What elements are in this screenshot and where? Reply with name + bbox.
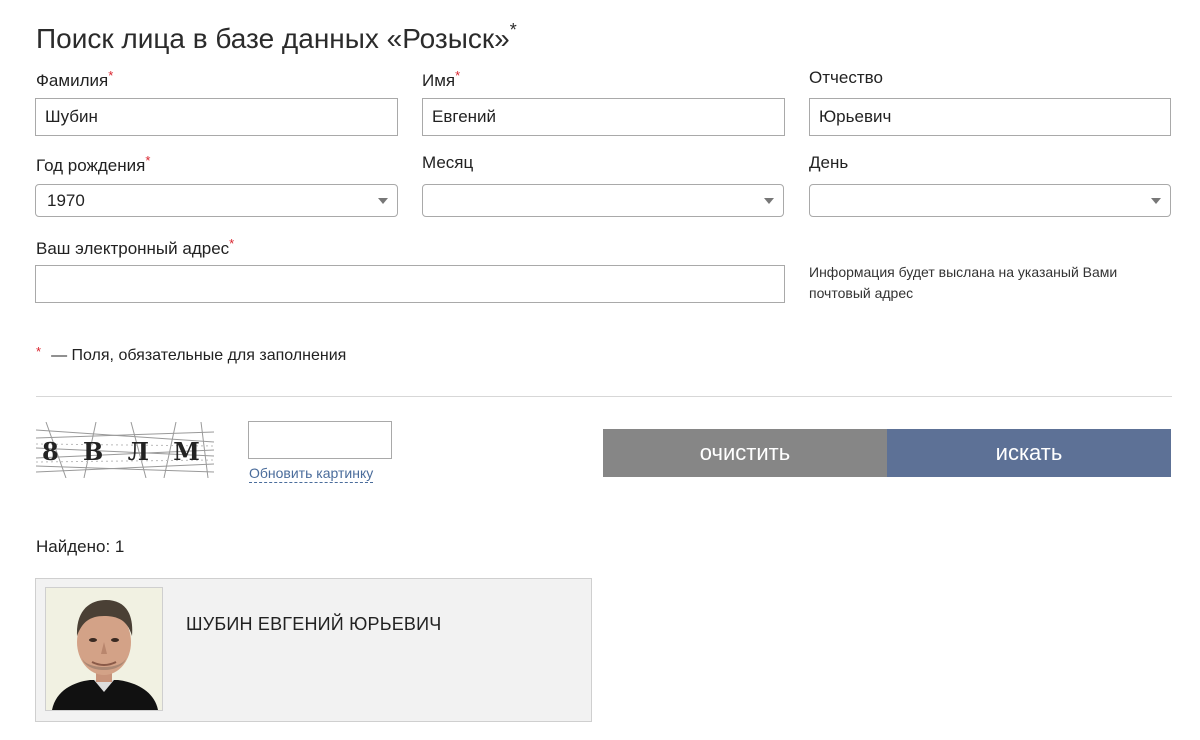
required-mark: *	[229, 236, 235, 251]
clear-button[interactable]: очистить	[603, 429, 887, 477]
patronymic-input[interactable]	[809, 98, 1171, 136]
birth-day-select[interactable]	[809, 184, 1171, 217]
title-required-mark: *	[509, 20, 517, 40]
captcha-graphic: 8 В Л М Ж	[35, 421, 256, 479]
email-label: Ваш электронный адрес*	[36, 236, 234, 259]
email-hint: Информация будет выслана на указаный Вам…	[809, 264, 1118, 301]
birth-month-label-text: Месяц	[422, 153, 474, 172]
captcha-image: 8 В Л М Ж	[35, 421, 256, 479]
chevron-down-icon	[764, 198, 774, 204]
lastname-label-text: Фамилия	[36, 71, 109, 90]
patronymic-label-text: Отчество	[809, 68, 883, 87]
required-mark: *	[145, 153, 151, 168]
required-mark: *	[455, 68, 461, 83]
captcha-input[interactable]	[248, 421, 392, 459]
patronymic-label: Отчество	[809, 68, 883, 88]
required-note: * — Поля, обязательные для заполнения	[36, 344, 346, 365]
person-photo-graphic	[46, 588, 162, 710]
page-title: Поиск лица в базе данных «Розыск»*	[36, 20, 517, 55]
birth-day-label: День	[809, 153, 848, 173]
required-mark: *	[36, 344, 42, 359]
firstname-label: Имя*	[422, 68, 460, 91]
search-button[interactable]: искать	[887, 429, 1171, 477]
firstname-label-text: Имя	[422, 71, 456, 90]
refresh-captcha-link[interactable]: Обновить картинку	[249, 465, 374, 483]
result-card[interactable]: ШУБИН ЕВГЕНИЙ ЮРЬЕВИЧ	[35, 578, 592, 722]
birth-year-select[interactable]: 1970	[35, 184, 398, 217]
birth-month-label: Месяц	[422, 153, 473, 173]
captcha-text: 8 В Л М Ж	[42, 437, 214, 466]
chevron-down-icon	[378, 198, 388, 204]
required-note-text: — Поля, обязательные для заполнения	[51, 347, 347, 364]
results-count: Найдено: 1	[36, 537, 125, 556]
birth-month-select[interactable]	[422, 184, 784, 217]
birth-year-value: 1970	[47, 191, 85, 210]
required-mark: *	[108, 68, 114, 83]
firstname-input[interactable]	[422, 98, 785, 136]
divider	[36, 396, 1172, 397]
lastname-input[interactable]	[35, 98, 398, 136]
email-label-text: Ваш электронный адрес	[36, 239, 230, 258]
page-title-text: Поиск лица в базе данных «Розыск»	[36, 23, 510, 54]
email-field[interactable]	[35, 265, 785, 303]
birth-day-label-text: День	[809, 153, 849, 172]
lastname-label: Фамилия*	[36, 68, 113, 91]
person-name[interactable]: ШУБИН ЕВГЕНИЙ ЮРЬЕВИЧ	[186, 614, 441, 635]
person-photo	[45, 587, 163, 711]
birth-year-label-text: Год рождения	[36, 156, 146, 175]
chevron-down-icon	[1151, 198, 1161, 204]
birth-year-label: Год рождения*	[36, 153, 150, 176]
